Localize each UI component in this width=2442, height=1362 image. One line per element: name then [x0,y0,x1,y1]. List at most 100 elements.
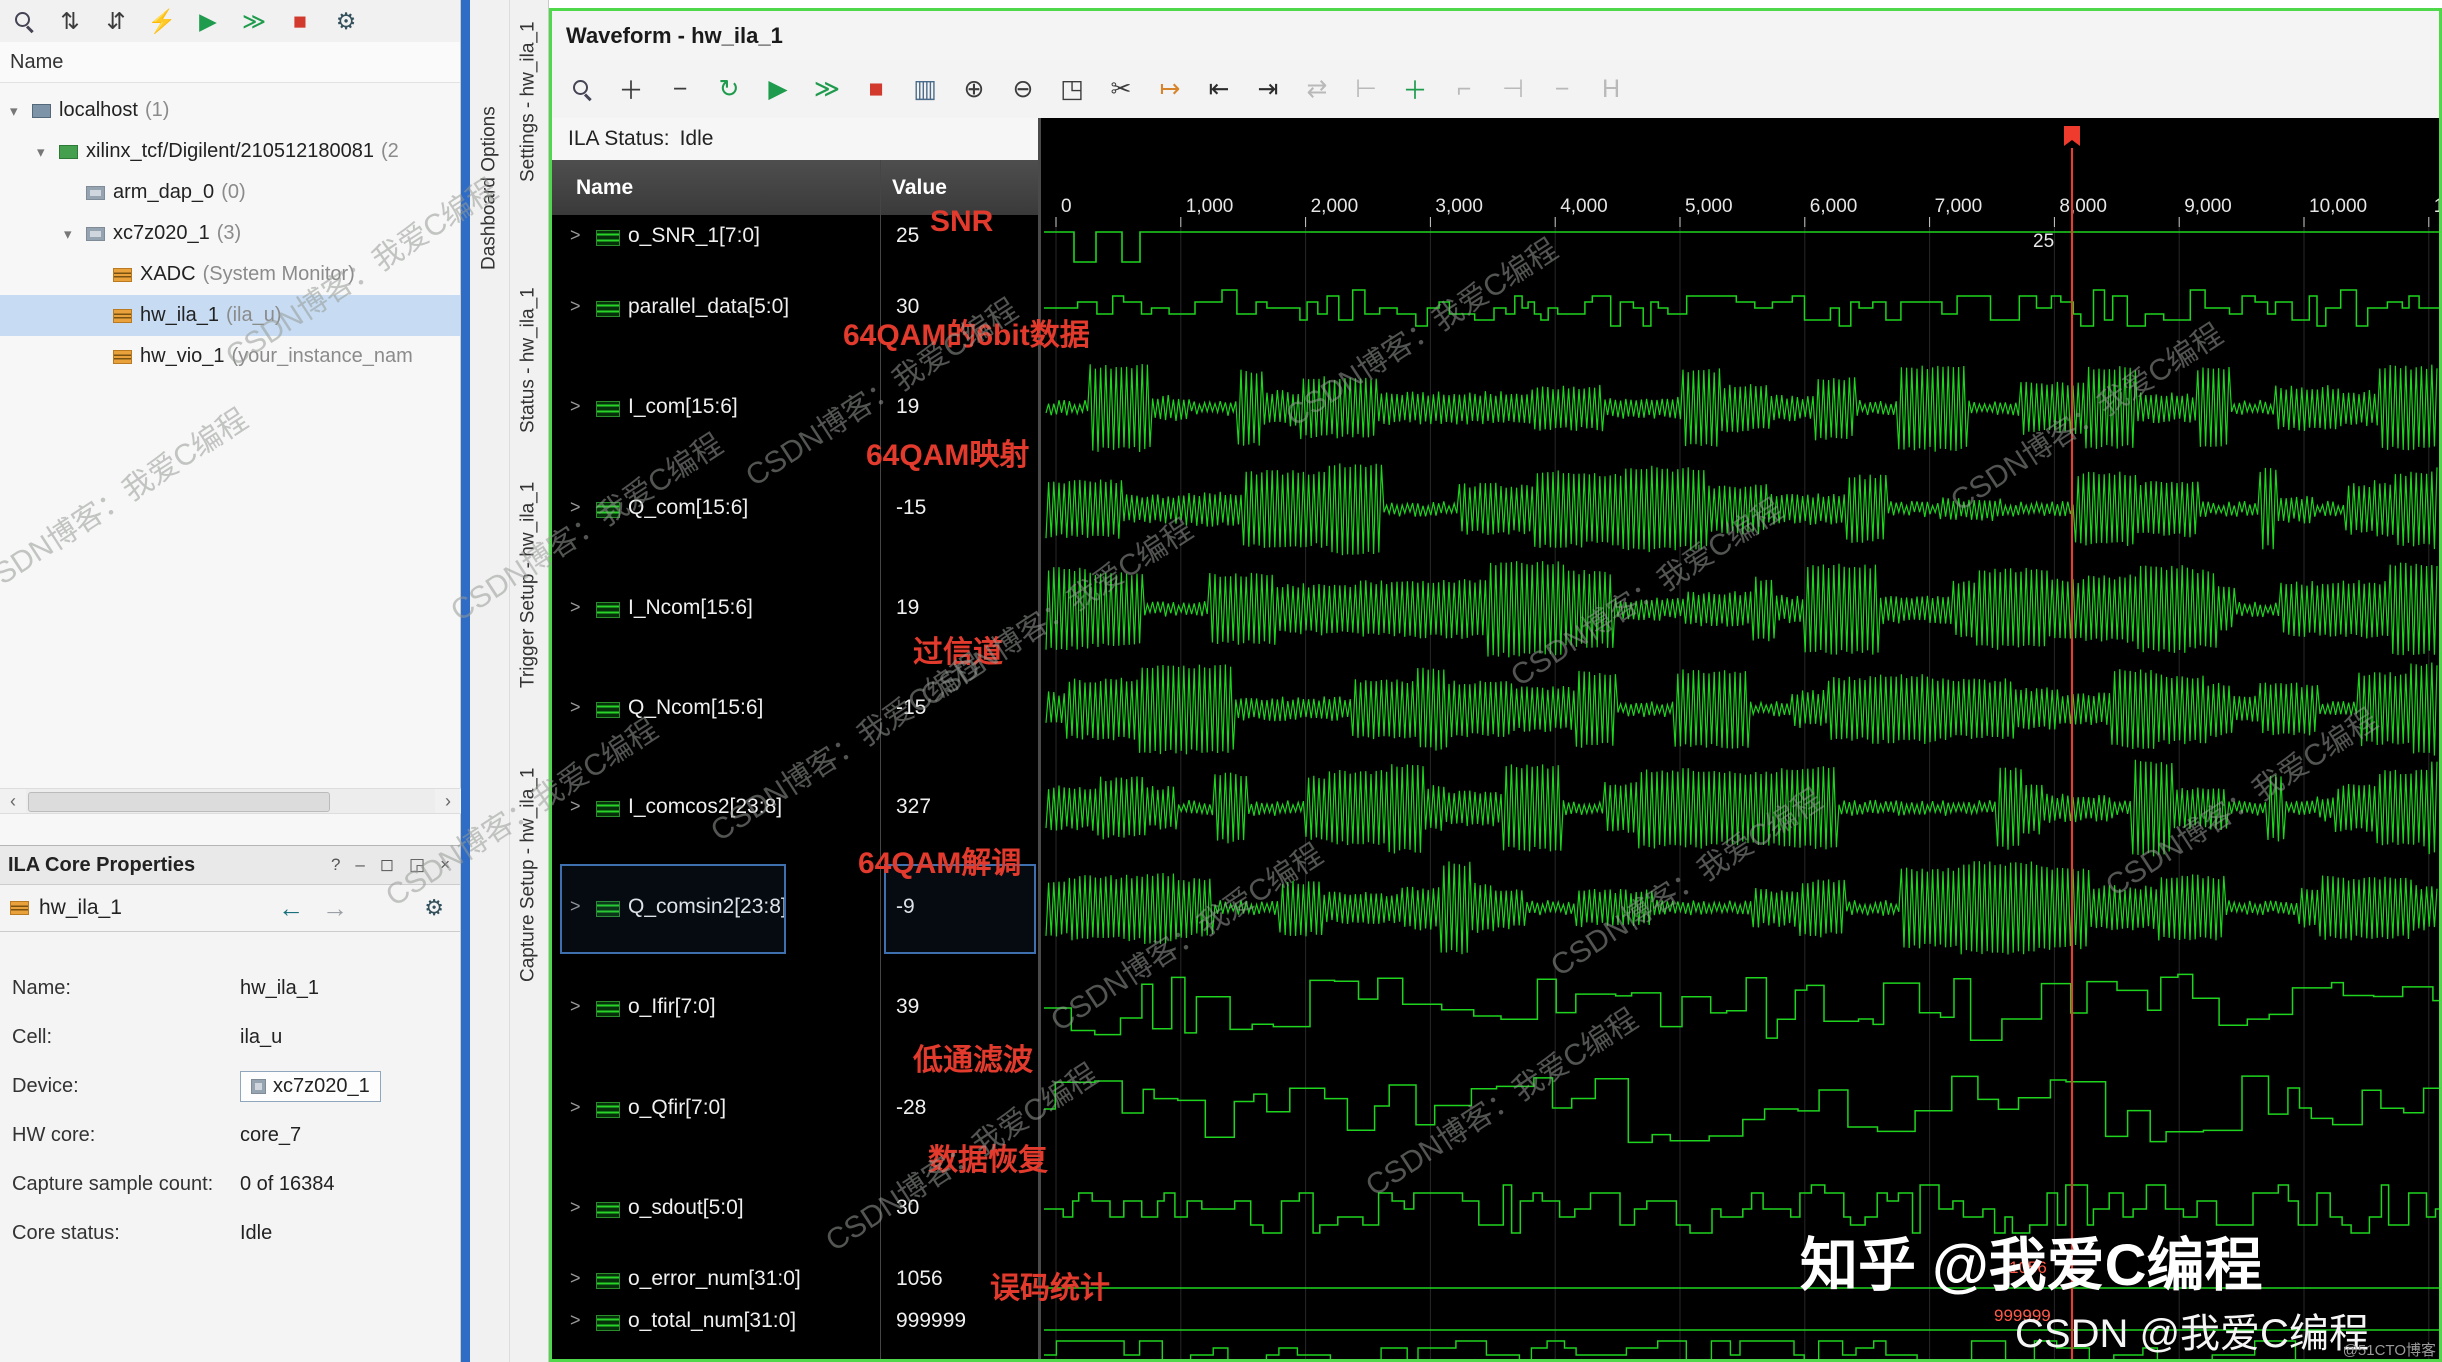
tree-item-hw_ila_1[interactable]: hw_ila_1 (ila_u) [0,295,460,336]
signal-row-o_total_num[31:0][interactable]: > o_total_num[31:0] 999999 [552,1302,1038,1342]
goto-start-icon[interactable]: ⇤ [1203,73,1235,105]
ila-icon [113,349,132,364]
sidebar-tab-Status - hw_ila_1[interactable]: Status - hw_ila_1 [509,280,548,440]
tree-item-xc7z020_1[interactable]: ▾ xc7z020_1 (3) [0,213,460,254]
expand-icon[interactable]: > [570,1197,581,1218]
dashboard-options-column: Dashboard Options [470,0,510,1362]
expand-icon[interactable]: > [570,1268,581,1289]
panel-splitter[interactable] [461,0,470,1362]
bus-signal-icon [596,301,620,317]
expand-icon[interactable]: > [570,1310,581,1331]
expander-icon[interactable]: ▾ [10,102,32,120]
float-icon[interactable]: ◲ [409,855,425,875]
signal-value: 19 [896,596,920,619]
bus-signal-icon [596,502,620,518]
scroll-right-icon[interactable]: › [435,791,461,812]
csdn-branding: CSDN @我爱C编程 [2015,1312,2369,1356]
expand-all-icon[interactable]: ⇵ [100,5,132,37]
gear-icon[interactable]: ⚙ [424,895,444,921]
expand-icon[interactable]: > [570,996,581,1017]
add-marker-icon[interactable]: ＋ [1399,73,1431,105]
signal-row-Q_Ncom[15:6][interactable]: > Q_Ncom[15:6] -15 [552,689,1038,729]
swap-cursors-icon[interactable]: ⇄ [1301,73,1333,105]
minimize-icon[interactable]: – [355,855,364,875]
expand-icon[interactable]: > [570,697,581,718]
collapse-all-icon[interactable]: ⇅ [54,5,86,37]
auto-connect-icon[interactable]: ⚡ [146,5,178,37]
scrollbar-thumb[interactable] [28,792,330,812]
add-icon[interactable]: ＋ [615,73,647,105]
remove-icon[interactable]: − [664,73,696,105]
device-value-box[interactable]: xc7z020_1 [240,1071,381,1102]
signal-row-o_Qfir[7:0][interactable]: > o_Qfir[7:0] -28 [552,1089,1038,1129]
zoom-fit-icon[interactable]: ◳ [1056,73,1088,105]
expander-icon[interactable]: ▾ [37,143,59,161]
run-immediate-icon[interactable]: ≫ [811,73,843,105]
forward-arrow-icon[interactable]: → [322,893,348,924]
crop-icon[interactable]: ✂ [1105,73,1137,105]
export-waveform-icon[interactable]: ▥ [909,73,941,105]
time-tick-label: 5,000 [1685,196,1733,217]
signal-name: o_error_num[31:0] [628,1267,801,1290]
expander-icon[interactable]: ▾ [64,225,86,243]
scroll-left-icon[interactable]: ‹ [0,791,26,812]
scrollbar-track[interactable] [26,789,435,813]
signal-row-o_error_num[31:0][interactable]: > o_error_num[31:0] 1056 [552,1260,1038,1300]
expand-icon[interactable]: > [570,396,581,417]
expand-icon[interactable]: > [570,225,581,246]
signal-row-o_Ifir[7:0][interactable]: > o_Ifir[7:0] 39 [552,988,1038,1028]
bus-signal-icon [596,401,620,417]
remove-marker-icon[interactable]: − [1546,73,1578,105]
help-icon[interactable]: ? [331,855,340,875]
signal-row-I_comcos2[23:8][interactable]: > I_comcos2[23:8] 327 [552,788,1038,828]
zoom-out-icon[interactable]: ⊖ [1007,73,1039,105]
marker-right-icon[interactable]: ⊣ [1497,73,1529,105]
signal-value: 327 [896,795,932,818]
tree-item-XADC[interactable]: XADC (System Monitor) [0,254,460,295]
signal-row-I_Ncom[15:6][interactable]: > I_Ncom[15:6] 19 [552,589,1038,629]
sidebar-tab-Capture Setup - hw_ila_1[interactable]: Capture Setup - hw_ila_1 [509,732,548,1017]
sidebar-tab-Trigger Setup - hw_ila_1[interactable]: Trigger Setup - hw_ila_1 [509,467,548,702]
tree-item-xilinx_tcf/Digilent/210512180081[interactable]: ▾ xilinx_tcf/Digilent/210512180081 (2 [0,131,460,172]
run-immediate-icon[interactable]: ≫ [238,5,270,37]
tree-item-arm_dap_0[interactable]: arm_dap_0 (0) [0,172,460,213]
waveform-plot[interactable]: 0 1,000 2,000 3,000 4,000 5,000 6,000 7,000 8,00… [1044,118,2439,1359]
signal-row-Q_com[15:6][interactable]: > Q_com[15:6] -15 [552,489,1038,529]
sidebar-tab-Settings - hw_ila_1[interactable]: Settings - hw_ila_1 [509,22,548,183]
run-trigger-icon[interactable]: ▶ [192,5,224,37]
rerun-trigger-icon[interactable]: ↻ [713,73,745,105]
settings-icon[interactable]: ⚙ [330,5,362,37]
stop-trigger-icon[interactable]: ■ [284,5,316,37]
search-icon[interactable] [566,73,598,105]
horizontal-scrollbar[interactable]: ‹ › [0,788,461,814]
hold-icon[interactable]: H [1595,73,1627,105]
signal-row-o_sdout[5:0][interactable]: > o_sdout[5:0] 30 [552,1189,1038,1229]
goto-end-icon[interactable]: ⇥ [1252,73,1284,105]
zoom-in-icon[interactable]: ⊕ [958,73,990,105]
maximize-icon[interactable]: ◻ [380,855,394,875]
expand-icon[interactable]: > [570,497,581,518]
waveform-title-bar[interactable]: Waveform - hw_ila_1 [552,11,2439,61]
signal-name: o_SNR_1[7:0] [628,224,760,247]
marker-left-icon[interactable]: ⊢ [1350,73,1382,105]
expand-icon[interactable]: > [570,1097,581,1118]
zhihu-branding: 知乎 @我爱C编程 [1800,1233,2263,1298]
signal-row-I_com[15:6][interactable]: > I_com[15:6] 19 [552,388,1038,428]
run-trigger-icon[interactable]: ▶ [762,73,794,105]
waveform-cursor[interactable] [2071,148,2073,1359]
annotation-5: 64QAM解调 [858,847,1022,880]
stop-trigger-icon[interactable]: ■ [860,73,892,105]
prev-transition-icon[interactable]: ⌐ [1448,73,1480,105]
search-icon[interactable] [8,5,40,37]
time-tick-label: 4,000 [1560,196,1608,217]
tree-item-localhost[interactable]: ▾ localhost (1) [0,90,460,131]
magnifier-glyph [13,10,35,32]
back-arrow-icon[interactable]: ← [278,893,304,924]
expand-icon[interactable]: > [570,296,581,317]
goto-trigger-icon[interactable]: ↦ [1154,73,1186,105]
sidebar-tab-Dashboard Options[interactable]: Dashboard Options [470,93,509,283]
tree-item-hw_vio_1[interactable]: hw_vio_1 (your_instance_nam [0,336,460,377]
expand-icon[interactable]: > [570,597,581,618]
expand-icon[interactable]: > [570,796,581,817]
close-icon[interactable]: × [440,855,450,875]
